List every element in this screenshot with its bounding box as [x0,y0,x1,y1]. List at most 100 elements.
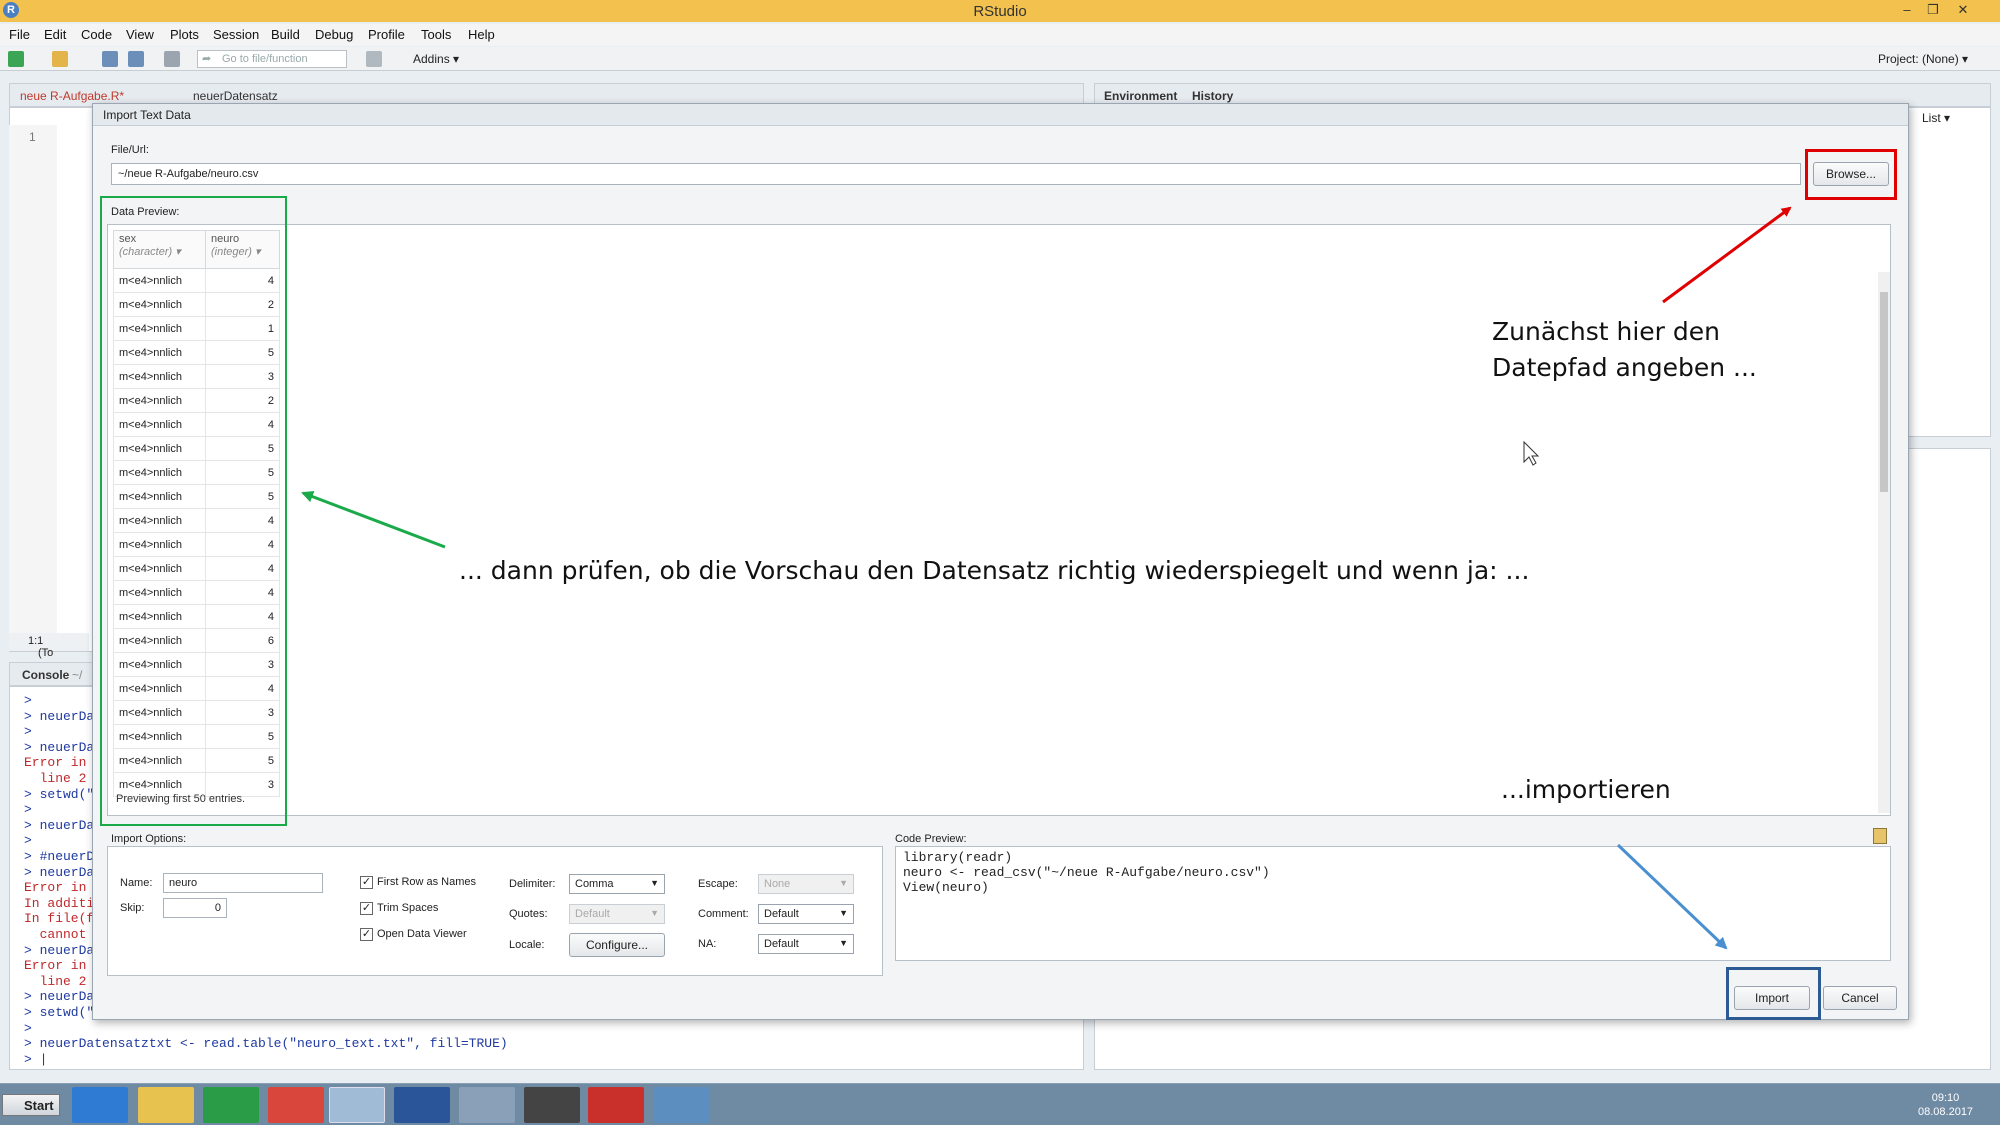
console-line: cannot [24,927,87,942]
addins-label: Addins [413,52,450,66]
console-line: Error in [24,958,87,974]
comment-value: Default [764,908,799,920]
first-row-names-label: First Row as Names [377,876,477,888]
code-line: neuro <- read_csv("~/neue R-Aufgabe/neur… [903,865,1270,880]
chevron-down-icon: ▼ [650,878,659,888]
addins-menu[interactable]: Addins ▾ [413,52,459,66]
editor-gutter: 1 [9,125,57,645]
ie-icon[interactable] [72,1087,128,1123]
minimize-icon[interactable]: – [1894,1,1920,19]
menu-file[interactable]: File [9,27,30,42]
annotation-step-2: ... dann prüfen, ob die Vorschau den Dat… [459,556,1530,585]
menu-edit[interactable]: Edit [44,27,66,42]
na-select[interactable]: Default ▼ [758,934,854,954]
goto-file-input[interactable]: ➦ Go to file/function [197,50,347,68]
inkscape-icon[interactable] [524,1087,580,1123]
escape-select[interactable]: None ▼ [758,874,854,894]
delimiter-value: Comma [575,878,614,890]
clipboard-icon[interactable] [1873,828,1887,844]
console-line: > neuerDa [24,708,95,724]
data-preview-area: sex (character) ▾ neuro (integer) ▾ m<e4… [107,224,1891,816]
file-url-input[interactable]: ~/neue R-Aufgabe/neuro.csv [111,163,1801,185]
explorer-icon[interactable] [138,1087,194,1123]
open-data-viewer-checkbox[interactable]: ✓ [360,928,373,941]
save-icon[interactable] [102,51,118,67]
console-line: > neuerDa [24,989,95,1005]
console-line: > neuerDa [24,739,95,755]
system-clock[interactable]: 09:10 08.08.2017 [1918,1091,1973,1119]
menu-bar: File Edit Code View Plots Session Build … [0,24,2000,46]
delimiter-select[interactable]: Comma ▼ [569,874,665,894]
tab-console[interactable]: Console [22,668,69,682]
menu-debug[interactable]: Debug [315,27,353,42]
annotation-step-1-line-2: Datepfad angeben ... [1492,353,1757,382]
annotation-step-1: Zunächst hier den Datepfad angeben ... [1492,314,1757,386]
rstudio-task-icon[interactable] [329,1087,385,1123]
store-icon[interactable] [203,1087,259,1123]
list-view-toggle[interactable]: List ▾ [1922,111,1950,125]
first-row-names-checkbox[interactable]: ✓ [360,876,373,889]
settings-icon[interactable] [459,1087,515,1123]
save-all-icon[interactable] [128,51,144,67]
tab-neuer-datensatz[interactable]: neuerDatensatz [193,89,278,103]
open-file-icon[interactable] [52,51,68,67]
tab-history[interactable]: History [1192,89,1233,103]
list-view-label: List [1922,111,1941,125]
cancel-button[interactable]: Cancel [1823,986,1897,1010]
print-icon[interactable] [164,51,180,67]
menu-profile[interactable]: Profile [368,27,405,42]
grid-layout-icon[interactable] [366,51,382,67]
console-line: In additi [24,895,95,911]
chevron-down-icon: ▼ [650,908,659,918]
trim-spaces-label: Trim Spaces [377,902,439,914]
image-viewer-icon[interactable] [654,1087,710,1123]
skip-label: Skip: [120,902,145,914]
menu-view[interactable]: View [126,27,154,42]
configure-locale-button[interactable]: Configure... [569,933,665,957]
start-button[interactable]: Start [2,1094,60,1116]
menu-build[interactable]: Build [271,27,300,42]
tab-neue-r-aufgabe[interactable]: neue R-Aufgabe.R* [20,89,124,103]
menu-code[interactable]: Code [81,27,112,42]
menu-plots[interactable]: Plots [170,27,199,42]
restore-icon[interactable]: ❐ [1920,1,1946,19]
word-icon[interactable] [394,1087,450,1123]
console-line: > [24,693,32,708]
menu-session[interactable]: Session [213,27,259,42]
console-line: line 2 [24,771,87,786]
code-preview-label: Code Preview: [895,833,967,845]
console-line: > neuerDa [24,864,95,880]
chrome-icon[interactable] [268,1087,324,1123]
clock-date: 08.08.2017 [1918,1106,1974,1118]
delimiter-label: Delimiter: [509,878,556,890]
name-field[interactable]: neuro [163,873,323,893]
preview-highlight [100,196,287,826]
preview-scrollbar[interactable] [1878,272,1890,813]
import-options-panel: Name: neuro Skip: 0 ✓ First Row as Names… [107,846,883,976]
comment-select[interactable]: Default ▼ [758,904,854,924]
console-line: > setwd(" [24,786,95,802]
pdf-reader-icon[interactable] [588,1087,644,1123]
skip-field[interactable]: 0 [163,898,227,918]
open-data-viewer-label: Open Data Viewer [377,928,467,940]
menu-help[interactable]: Help [468,27,495,42]
console-line: > neuerDatensatztxt <- read.table("neuro… [24,1036,508,1052]
console-line: Error in [24,755,87,771]
toolbar: ➦ Go to file/function Addins ▾ Project: … [0,47,2000,71]
browse-highlight [1805,149,1897,200]
scrollbar-thumb[interactable] [1880,292,1888,492]
close-icon[interactable]: ✕ [1950,1,1976,19]
title-bar: R RStudio – ❐ ✕ [0,0,2000,22]
menu-tools[interactable]: Tools [421,27,451,42]
tab-environment[interactable]: Environment [1104,89,1177,103]
chevron-down-icon: ▼ [839,908,848,918]
console-line: In file(f [24,911,95,927]
code-line: library(readr) [903,850,1013,865]
project-menu[interactable]: Project: (None) ▾ [1878,52,1968,66]
console-line: > neuerDa [24,942,95,958]
console-line: Error in [24,880,87,896]
quotes-select[interactable]: Default ▼ [569,904,665,924]
clock-time: 09:10 [1931,1092,1960,1104]
trim-spaces-checkbox[interactable]: ✓ [360,902,373,915]
new-file-icon[interactable] [8,51,24,67]
